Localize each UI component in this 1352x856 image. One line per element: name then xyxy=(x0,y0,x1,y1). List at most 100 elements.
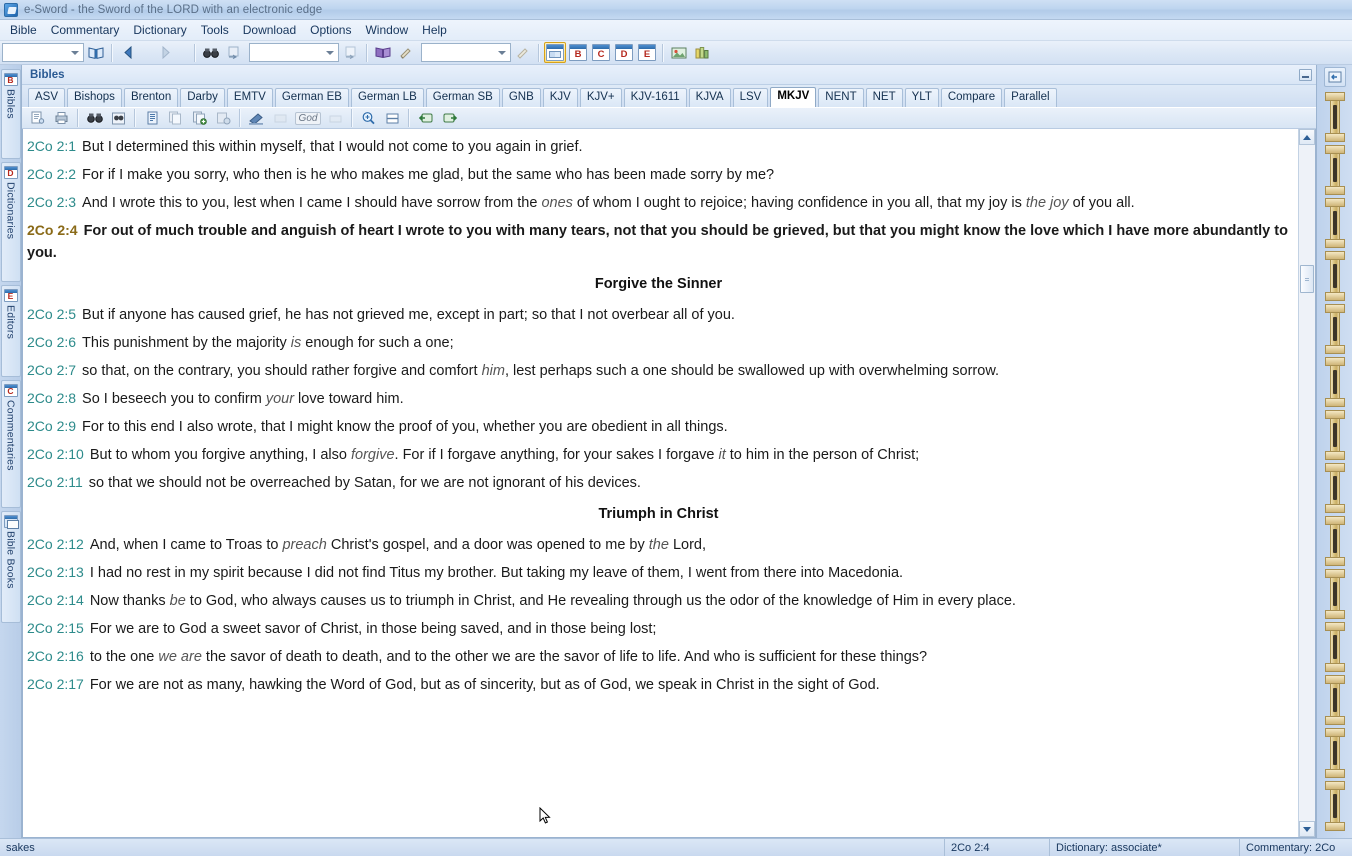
verse-row[interactable]: 2Co 2:8 So I beseech you to confirm your … xyxy=(27,387,1290,410)
open-bible-button[interactable] xyxy=(85,42,107,63)
window-bible-button[interactable]: B xyxy=(567,42,589,63)
tab-brenton[interactable]: Brenton xyxy=(123,88,179,107)
copy-button[interactable] xyxy=(164,109,187,128)
status-commentary[interactable]: Commentary: 2Co xyxy=(1240,839,1352,856)
verse-reference[interactable]: 2Co 2:5 xyxy=(27,306,76,322)
sidebar-item-commentaries[interactable]: C Commentaries xyxy=(0,380,21,508)
verse-row[interactable]: 2Co 2:16 to the one we are the savor of d… xyxy=(27,645,1290,668)
verse-reference[interactable]: 2Co 2:11 xyxy=(27,474,83,490)
verse-reference-combo[interactable] xyxy=(2,43,84,62)
menu-tools[interactable]: Tools xyxy=(194,21,236,39)
next-chapter-button[interactable] xyxy=(438,109,461,128)
menu-options[interactable]: Options xyxy=(303,21,358,39)
sidebar-item-editors[interactable]: E Editors xyxy=(0,285,21,377)
window-dictionary-button[interactable]: D xyxy=(613,42,635,63)
verse-reference[interactable]: 2Co 2:3 xyxy=(27,194,76,210)
copy-verse-button[interactable] xyxy=(140,109,163,128)
graphics-viewer-button[interactable] xyxy=(668,42,690,63)
verse-reference[interactable]: 2Co 2:1 xyxy=(27,138,76,154)
search-button[interactable] xyxy=(200,42,222,63)
tab-german-eb[interactable]: German EB xyxy=(274,88,349,107)
scroll-icon[interactable] xyxy=(1323,568,1347,620)
split-view-button[interactable] xyxy=(381,109,404,128)
verse-row[interactable]: 2Co 2:12 And, when I came to Troas to pre… xyxy=(27,533,1290,556)
verse-row[interactable]: 2Co 2:9 For to this end I also wrote, tha… xyxy=(27,415,1290,438)
tab-kjv[interactable]: KJV xyxy=(542,88,578,107)
scroll-thumb[interactable] xyxy=(1300,265,1314,293)
scroll-icon[interactable] xyxy=(1323,197,1347,249)
scroll-icon[interactable] xyxy=(1323,515,1347,567)
verse-reference[interactable]: 2Co 2:9 xyxy=(27,418,76,434)
page-setup-button[interactable] xyxy=(26,109,49,128)
tab-parallel[interactable]: Parallel xyxy=(1004,88,1057,107)
back-history-dropdown[interactable] xyxy=(140,42,153,63)
tab-ylt[interactable]: YLT xyxy=(904,88,939,107)
scroll-icon[interactable] xyxy=(1323,144,1347,196)
search-verse-button[interactable] xyxy=(83,109,106,128)
tab-darby[interactable]: Darby xyxy=(180,88,225,107)
menu-bible[interactable]: Bible xyxy=(3,21,44,39)
tab-kjv-1611[interactable]: KJV-1611 xyxy=(623,88,687,107)
tab-emtv[interactable]: EMTV xyxy=(226,88,273,107)
scroll-up-button[interactable] xyxy=(1299,129,1315,145)
scroll-icon[interactable] xyxy=(1323,727,1347,779)
dock-icon[interactable] xyxy=(1323,67,1346,87)
verse-row[interactable]: 2Co 2:4 For out of much trouble and angui… xyxy=(27,219,1290,264)
verse-row[interactable]: 2Co 2:2 For if I make you sorry, who then… xyxy=(27,163,1290,186)
verse-row[interactable]: 2Co 2:5 But if anyone has caused grief, h… xyxy=(27,303,1290,326)
verse-reference[interactable]: 2Co 2:17 xyxy=(27,676,84,692)
verse-reference[interactable]: 2Co 2:14 xyxy=(27,592,84,608)
forward-history-dropdown[interactable] xyxy=(177,42,190,63)
layout-button[interactable] xyxy=(544,42,566,63)
tab-german-sb[interactable]: German SB xyxy=(425,88,500,107)
verse-reference[interactable]: 2Co 2:12 xyxy=(27,536,84,552)
verse-row[interactable]: 2Co 2:10 But to whom you forgive anything… xyxy=(27,443,1290,466)
verse-row[interactable]: 2Co 2:11 so that we should not be overrea… xyxy=(27,471,1290,494)
tab-compare[interactable]: Compare xyxy=(940,88,1003,107)
verse-row[interactable]: 2Co 2:7 so that, on the contrary, you sho… xyxy=(27,359,1290,382)
dictionary-edit-button[interactable] xyxy=(395,42,417,63)
search-history-button[interactable] xyxy=(223,42,245,63)
zoom-in-button[interactable] xyxy=(357,109,380,128)
verse-reference[interactable]: 2Co 2:15 xyxy=(27,620,84,636)
menu-window[interactable]: Window xyxy=(358,21,415,39)
forward-button[interactable] xyxy=(154,42,176,63)
menu-download[interactable]: Download xyxy=(236,21,303,39)
copy-special-button[interactable] xyxy=(212,109,235,128)
window-commentary-button[interactable]: C xyxy=(590,42,612,63)
scroll-icon[interactable] xyxy=(1323,91,1347,143)
verse-row[interactable]: 2Co 2:14 Now thanks be to God, who always… xyxy=(27,589,1290,612)
bible-text[interactable]: 2Co 2:1 But I determined this within myse… xyxy=(23,129,1298,837)
tab-bishops[interactable]: Bishops xyxy=(67,88,122,107)
back-button[interactable] xyxy=(117,42,139,63)
verse-reference[interactable]: 2Co 2:10 xyxy=(27,446,84,462)
scroll-icon[interactable] xyxy=(1323,356,1347,408)
verse-reference[interactable]: 2Co 2:4 xyxy=(27,222,78,238)
sidebar-item-bibles[interactable]: B Bibles xyxy=(0,69,21,159)
menu-dictionary[interactable]: Dictionary xyxy=(126,21,193,39)
verse-reference[interactable]: 2Co 2:13 xyxy=(27,564,84,580)
tab-net[interactable]: NET xyxy=(865,88,903,107)
print-button[interactable] xyxy=(50,109,73,128)
search-in-book-button[interactable] xyxy=(107,109,130,128)
minimize-icon[interactable] xyxy=(1299,68,1312,81)
search-text-combo[interactable] xyxy=(249,43,339,62)
status-dictionary[interactable]: Dictionary: associate* xyxy=(1050,839,1240,856)
scroll-track[interactable] xyxy=(1299,145,1315,821)
verse-reference[interactable]: 2Co 2:16 xyxy=(27,648,84,664)
tab-lsv[interactable]: LSV xyxy=(732,88,769,107)
tab-kjva[interactable]: KJVA xyxy=(688,88,731,107)
verse-row[interactable]: 2Co 2:6 This punishment by the majority i… xyxy=(27,331,1290,354)
eraser-button[interactable] xyxy=(324,109,347,128)
tab-kjv-plus[interactable]: KJV+ xyxy=(579,88,622,107)
verse-reference[interactable]: 2Co 2:8 xyxy=(27,390,76,406)
tab-mkjv[interactable]: MKJV xyxy=(770,87,817,107)
scroll-icon[interactable] xyxy=(1323,780,1347,832)
topic-go-button[interactable] xyxy=(512,42,534,63)
god-words-button[interactable]: God xyxy=(293,109,323,128)
highlight-color-button[interactable] xyxy=(269,109,292,128)
prev-chapter-button[interactable] xyxy=(414,109,437,128)
tab-nent[interactable]: NENT xyxy=(818,88,864,107)
verse-reference[interactable]: 2Co 2:7 xyxy=(27,362,76,378)
copy-add-button[interactable] xyxy=(188,109,211,128)
